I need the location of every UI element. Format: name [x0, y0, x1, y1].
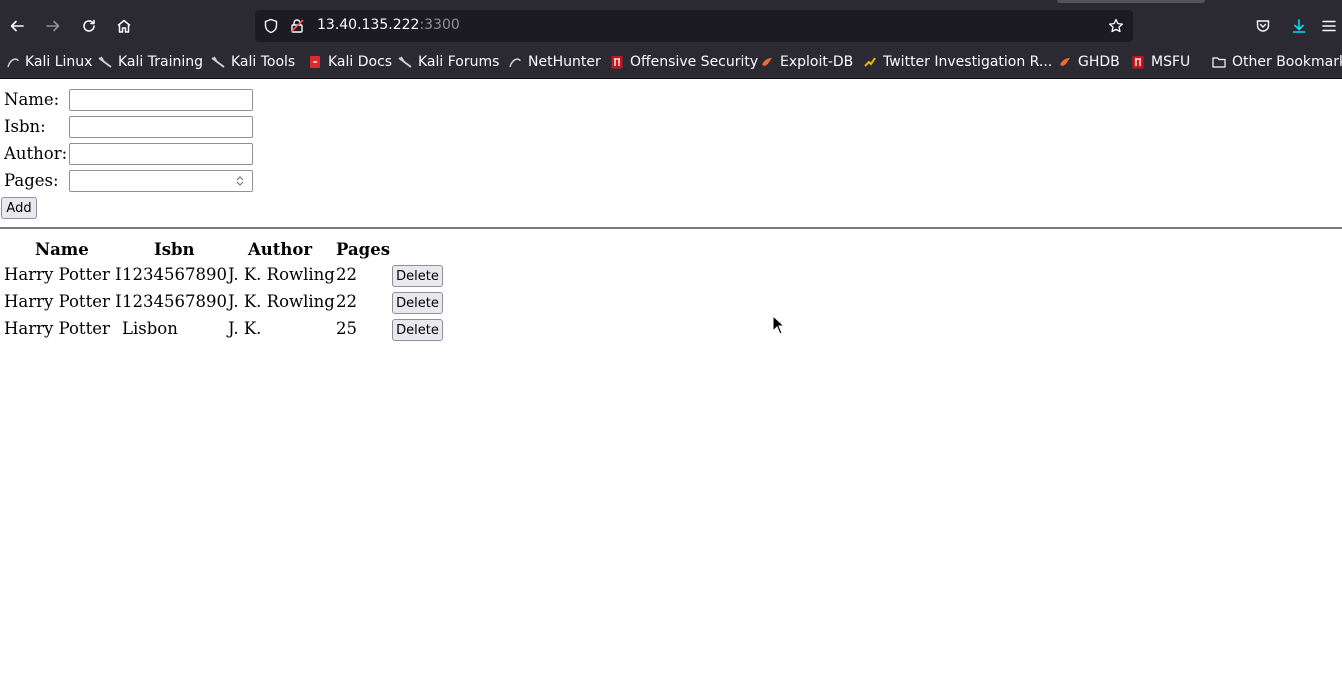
delete-button[interactable]: Delete	[392, 265, 443, 287]
url-text[interactable]: 13.40.135.222:3300	[317, 17, 460, 33]
bookmark-msfu[interactable]: MSFU	[1131, 52, 1190, 72]
header-name: Name	[35, 240, 89, 259]
home-button[interactable]	[110, 12, 138, 40]
isbn-label: Isbn:	[4, 117, 46, 136]
pocket-button[interactable]	[1249, 12, 1277, 40]
bookmark-label: Kali Forums	[418, 54, 500, 70]
bookmark-label: Twitter Investigation R...	[883, 54, 1053, 70]
cell-author: J. K. Rowling	[228, 265, 335, 284]
kali-dragon-icon	[398, 56, 412, 68]
shield-icon[interactable]	[263, 18, 279, 34]
bookmarks-toolbar: Kali Linux Kali Training Kali Tools Kali…	[0, 52, 1342, 79]
bookmark-label: Kali Docs	[328, 54, 393, 70]
ghdb-icon	[1060, 58, 1070, 66]
name-input[interactable]	[69, 89, 253, 111]
nethunter-icon	[509, 58, 521, 68]
add-button[interactable]: Add	[1, 197, 37, 219]
author-label: Author:	[4, 144, 68, 163]
kali-dragon-icon	[98, 56, 112, 68]
bookmark-twitter-investigation[interactable]: Twitter Investigation R...	[863, 52, 1052, 72]
cell-pages: 25	[336, 319, 357, 338]
reload-icon	[83, 19, 95, 32]
name-label: Name:	[4, 90, 60, 109]
bookmark-ghdb[interactable]: GHDB	[1058, 52, 1120, 72]
bookmark-label: Kali Linux	[25, 54, 93, 70]
tab-strip-edge	[1057, 0, 1205, 3]
isbn-input[interactable]	[69, 116, 253, 138]
bookmark-label: GHDB	[1078, 54, 1120, 70]
back-button[interactable]	[3, 12, 31, 40]
bookmark-label: Other Bookmarks	[1232, 54, 1342, 70]
spin-down-icon[interactable]	[236, 181, 244, 187]
hamburger-menu-icon	[1322, 20, 1336, 32]
browser-toolbar: 13.40.135.222:3300	[0, 0, 1342, 52]
kali-docs-icon	[310, 56, 320, 68]
cell-isbn: 1234567890	[122, 265, 227, 284]
url-bar[interactable]: 13.40.135.222:3300	[255, 10, 1133, 42]
bookmark-label: NetHunter	[528, 54, 601, 70]
bookmark-offensive-security[interactable]: Offensive Security	[610, 52, 758, 72]
forward-button[interactable]	[39, 12, 67, 40]
bookmark-label: Kali Tools	[231, 54, 296, 70]
delete-button[interactable]: Delete	[392, 319, 443, 341]
cell-isbn: 1234567890	[122, 292, 227, 311]
pages-input[interactable]	[69, 170, 253, 192]
cell-pages: 22	[336, 292, 357, 311]
twitter-investigation-icon	[864, 57, 876, 67]
cell-name: Harry Potter I	[4, 292, 122, 311]
bookmark-nethunter[interactable]: NetHunter	[508, 52, 601, 72]
bookmark-label: Exploit-DB	[780, 54, 854, 70]
msfu-icon	[1132, 56, 1144, 69]
bookmark-label: MSFU	[1151, 54, 1191, 70]
pocket-icon	[1256, 20, 1270, 32]
divider	[0, 227, 1342, 229]
header-author: Author	[248, 240, 313, 259]
downloads-button[interactable]	[1285, 12, 1313, 40]
insecure-lock-icon[interactable]	[289, 18, 305, 34]
cell-author: J. K.	[228, 319, 262, 338]
url-host: 13.40.135.222	[317, 17, 420, 33]
header-pages: Pages	[336, 240, 390, 259]
bookmark-other-bookmarks[interactable]: Other Bookmarks	[1212, 52, 1342, 72]
kali-dragon-icon	[211, 56, 225, 68]
back-arrow-icon	[10, 20, 24, 32]
delete-button[interactable]: Delete	[392, 292, 443, 314]
cell-pages: 22	[336, 265, 357, 284]
cell-author: J. K. Rowling	[228, 292, 335, 311]
bookmark-label: Offensive Security	[630, 54, 759, 70]
page-content: Name: Isbn: Author: Pages: Add Name Isbn…	[0, 79, 1342, 685]
bookmark-star-icon[interactable]	[1108, 18, 1124, 34]
bookmark-kali-forums[interactable]: Kali Forums	[398, 52, 499, 72]
author-input[interactable]	[69, 143, 253, 165]
bookmark-kali-tools[interactable]: Kali Tools	[211, 52, 295, 72]
home-icon	[117, 19, 131, 33]
cell-isbn: Lisbon	[122, 319, 178, 338]
pages-label: Pages:	[4, 171, 59, 190]
cell-name: Harry Potter I	[4, 265, 122, 284]
folder-icon	[1212, 57, 1226, 68]
forward-arrow-icon	[46, 20, 60, 32]
bookmark-kali-docs[interactable]: Kali Docs	[308, 52, 392, 72]
exploit-db-icon	[762, 58, 772, 66]
bookmark-label: Kali Training	[118, 54, 203, 70]
download-icon	[1292, 19, 1306, 33]
pages-spinner[interactable]	[234, 173, 246, 189]
kali-dragon-icon	[7, 58, 19, 68]
header-isbn: Isbn	[154, 240, 195, 259]
cell-name: Harry Potter	[4, 319, 110, 338]
bookmark-kali-training[interactable]: Kali Training	[98, 52, 203, 72]
app-menu-button[interactable]	[1321, 12, 1342, 40]
bookmark-kali-linux[interactable]: Kali Linux	[6, 52, 92, 72]
mouse-cursor-icon	[772, 315, 786, 335]
url-port: :3300	[419, 17, 460, 33]
offsec-icon	[611, 56, 623, 69]
bookmark-exploit-db[interactable]: Exploit-DB	[760, 52, 853, 72]
reload-button[interactable]	[75, 12, 103, 40]
